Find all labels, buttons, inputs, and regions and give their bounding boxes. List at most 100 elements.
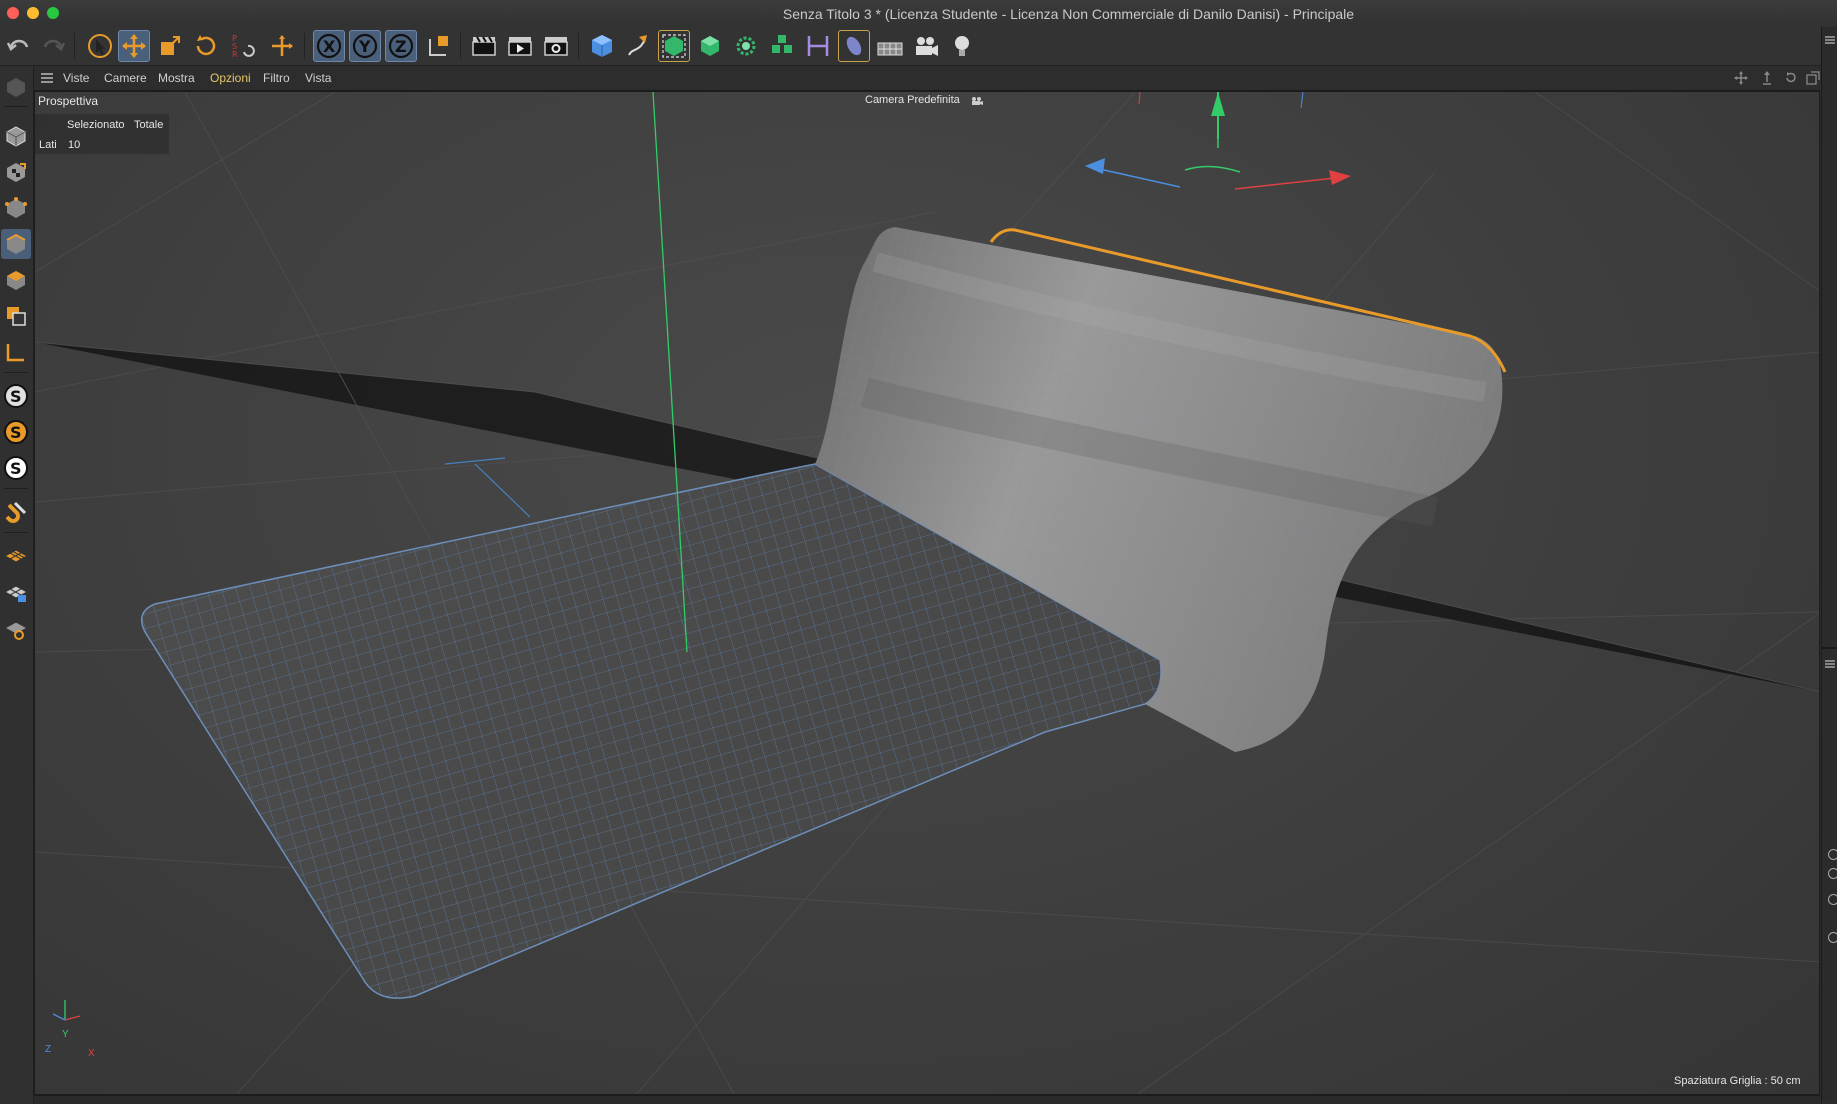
pen-spline-button[interactable] <box>622 30 654 62</box>
right-side-panel <box>1821 27 1837 1103</box>
redo-button[interactable] <box>37 30 69 62</box>
axis-x-label: X <box>88 1048 95 1059</box>
edge-mode-button[interactable] <box>1 229 31 259</box>
menu-camere[interactable]: Camere <box>104 71 147 85</box>
axis-x-letter: X <box>323 37 336 56</box>
menu-mostra[interactable]: Mostra <box>158 71 195 85</box>
x-axis-lock-button[interactable]: X <box>313 30 345 62</box>
render-settings-button[interactable] <box>540 30 572 62</box>
workplane-button[interactable] <box>1 541 31 571</box>
y-axis-lock-button[interactable]: Y <box>349 30 381 62</box>
edges-cube-icon <box>6 233 26 254</box>
floor-grid-icon <box>877 42 903 56</box>
panel-radio[interactable] <box>1828 932 1837 943</box>
grid-workplane-button[interactable] <box>1 613 31 643</box>
live-selection-button[interactable] <box>84 30 116 62</box>
toolbar-separator <box>4 106 28 107</box>
axis-mode-button[interactable] <box>1 337 31 367</box>
render-view-button[interactable] <box>468 30 500 62</box>
view-name-label[interactable]: Prospettiva <box>38 94 98 108</box>
maximize-view-icon[interactable] <box>1806 71 1820 85</box>
rotate-tool-button[interactable] <box>190 30 222 62</box>
hud-selected-header: Selezionato <box>67 119 125 131</box>
add-cube-button[interactable] <box>586 30 618 62</box>
grid-spacing-label: Spaziatura Griglia : 50 cm <box>1674 1075 1801 1087</box>
panel-divider[interactable] <box>1822 647 1837 649</box>
hamburger-menu-icon[interactable] <box>40 72 54 84</box>
toolbar-separator <box>578 33 579 59</box>
point-mode-button[interactable] <box>1 193 31 223</box>
panel-menu-icon[interactable] <box>1825 35 1835 45</box>
crosshair-move-icon <box>272 35 293 56</box>
play-clapperboard-icon <box>508 37 532 56</box>
axis-z-label: Z <box>45 1044 52 1055</box>
menu-filtro[interactable]: Filtro <box>263 71 290 85</box>
locked-workplane-icon <box>3 585 29 602</box>
bend-deformer-icon <box>807 36 829 56</box>
undo-button[interactable] <box>3 30 35 62</box>
toolbar-separator <box>4 532 28 533</box>
gizmo-z-arrow[interactable] <box>1085 158 1105 174</box>
floor-button[interactable] <box>874 30 906 62</box>
gizmo-x-arrow[interactable] <box>1329 170 1351 185</box>
move-tool-button[interactable] <box>118 30 150 62</box>
x-axis-icon: X <box>316 33 342 59</box>
3d-viewport[interactable]: Prospettiva Camera Predefinita Seleziona… <box>34 91 1820 1095</box>
cloner-gear-icon <box>736 36 756 56</box>
model-mode-button[interactable] <box>1 121 31 151</box>
locked-workplane-button[interactable] <box>1 577 31 607</box>
coordinate-system-icon <box>429 36 448 56</box>
snap-enable-button[interactable]: S <box>1 381 31 411</box>
rotate-view-icon[interactable] <box>1784 71 1798 85</box>
viewport-scene[interactable] <box>35 92 1820 1095</box>
snap-letter: S <box>10 387 22 406</box>
extrude-button[interactable] <box>694 30 726 62</box>
panel-radio[interactable] <box>1828 894 1837 905</box>
menu-vista[interactable]: Vista <box>305 71 331 85</box>
scale-tool-button[interactable] <box>154 30 186 62</box>
world-axis-button[interactable] <box>266 30 298 62</box>
render-settings-gear-icon <box>544 37 568 56</box>
texture-mode-button[interactable] <box>1 157 31 187</box>
mograph-cloner-button[interactable] <box>766 30 798 62</box>
panel-radio[interactable] <box>1828 868 1837 879</box>
psr-transform-button[interactable]: PSR <box>226 30 258 62</box>
cloner-button[interactable] <box>730 30 762 62</box>
pan-view-icon[interactable] <box>1734 71 1748 85</box>
toolbar-separator <box>4 372 28 373</box>
points-cube-icon <box>5 197 27 218</box>
subdivision-cube-icon <box>662 34 686 58</box>
deformer-button[interactable] <box>802 30 834 62</box>
tweak-mode-button[interactable] <box>1 497 31 527</box>
render-picture-viewer-button[interactable] <box>504 30 536 62</box>
camera-name-label[interactable]: Camera Predefinita <box>865 94 960 106</box>
coordinate-system-button[interactable] <box>423 30 455 62</box>
checker-texture-icon <box>7 163 26 182</box>
panel-menu-icon[interactable] <box>1825 659 1835 669</box>
workplane-snap-icon: S <box>4 456 28 480</box>
make-editable-button[interactable] <box>1 72 31 102</box>
cube-icon <box>592 35 612 57</box>
workplane-snap-button[interactable]: S <box>1 453 31 483</box>
make-editable-icon <box>7 78 25 97</box>
panel-radio[interactable] <box>1828 849 1837 860</box>
axis-y-label: Y <box>62 1029 69 1040</box>
subdivision-surface-button[interactable] <box>658 30 690 62</box>
psr-icon: PSR <box>232 34 255 59</box>
menu-opzioni[interactable]: Opzioni <box>210 71 251 85</box>
light-button[interactable] <box>946 30 978 62</box>
move-gizmo[interactable] <box>1085 92 1351 190</box>
snap-settings-button[interactable]: S <box>1 417 31 447</box>
zoom-view-icon[interactable] <box>1760 71 1774 85</box>
z-axis-lock-button[interactable]: Z <box>385 30 417 62</box>
polygon-mode-button[interactable] <box>1 265 31 295</box>
undo-icon <box>6 39 29 51</box>
snap-letter: S <box>10 459 22 478</box>
stacked-cubes-icon <box>772 35 792 53</box>
uv-mode-button[interactable] <box>1 301 31 331</box>
rotate-icon <box>196 35 216 56</box>
fields-button[interactable] <box>838 30 870 62</box>
camera-button[interactable] <box>910 30 942 62</box>
toolbar-separator <box>460 33 461 59</box>
menu-viste[interactable]: Viste <box>63 71 89 85</box>
